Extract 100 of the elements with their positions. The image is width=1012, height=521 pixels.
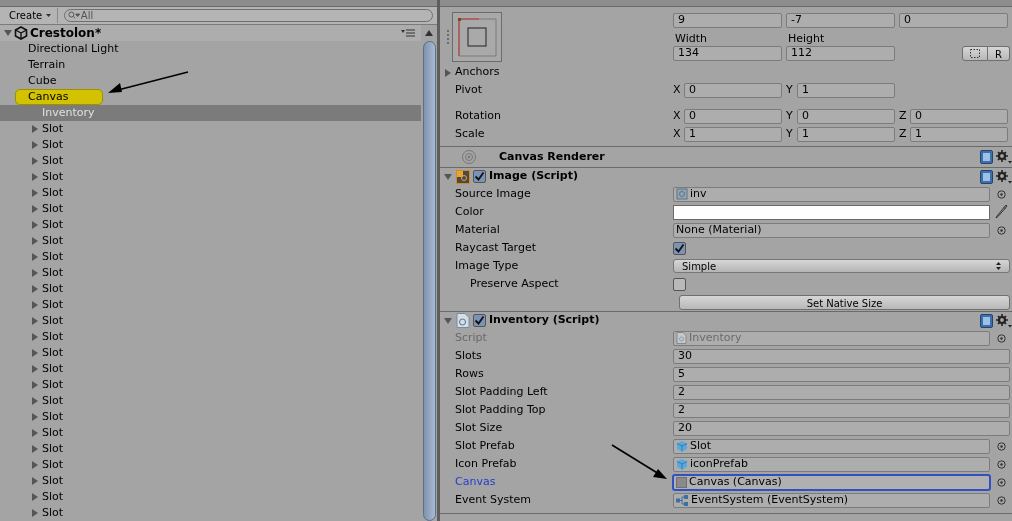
eyedropper-icon[interactable] <box>994 204 1008 220</box>
object-picker-icon[interactable] <box>996 189 1006 199</box>
collapsed-caret-icon[interactable] <box>31 301 39 309</box>
hierarchy-row[interactable]: Slot <box>0 473 421 489</box>
hierarchy-row[interactable]: Directional Light <box>0 41 421 57</box>
collapsed-caret-icon[interactable] <box>31 317 39 325</box>
input-field[interactable]: 1 <box>910 126 1008 142</box>
input-field[interactable]: 134 <box>673 46 782 61</box>
hierarchy-row[interactable]: Slot <box>0 137 421 153</box>
hierarchy-row[interactable]: Slot <box>0 153 421 169</box>
help-book-icon[interactable] <box>980 150 993 164</box>
input-field[interactable]: 0 <box>910 108 1008 124</box>
object-field[interactable]: inv <box>673 186 990 202</box>
hierarchy-row[interactable]: Slot <box>0 297 421 313</box>
gear-icon[interactable] <box>996 150 1012 164</box>
object-field[interactable]: Canvas (Canvas) <box>673 474 990 490</box>
hierarchy-row[interactable]: Slot <box>0 505 421 521</box>
help-book-icon[interactable] <box>980 169 993 184</box>
collapsed-caret-icon[interactable] <box>31 365 39 373</box>
raw-edit-button[interactable]: R <box>988 46 1010 61</box>
hierarchy-row[interactable]: Canvas <box>0 89 421 105</box>
expanded-caret-icon[interactable] <box>444 172 452 181</box>
hierarchy-row[interactable]: Slot <box>0 393 421 409</box>
collapsed-caret-icon[interactable] <box>31 285 39 293</box>
collapsed-caret-icon[interactable] <box>31 173 39 181</box>
collapsed-caret-icon[interactable] <box>31 461 39 469</box>
input-field[interactable]: 9 <box>673 13 782 28</box>
input-field[interactable]: 112 <box>786 46 895 61</box>
hierarchy-row[interactable]: Slot <box>0 217 421 233</box>
highlighted-item[interactable]: Canvas <box>15 89 103 105</box>
hierarchy-row[interactable]: Slot <box>0 489 421 505</box>
search-input[interactable]: All <box>80 8 432 23</box>
search-field[interactable]: All <box>64 9 433 22</box>
hierarchy-row[interactable]: Slot <box>0 441 421 457</box>
expanded-caret-icon[interactable] <box>444 316 452 325</box>
hierarchy-row[interactable]: Slot <box>0 457 421 473</box>
help-book-icon[interactable] <box>980 313 993 328</box>
input-field[interactable]: 2 <box>673 384 1010 400</box>
create-dropdown-button[interactable]: Create <box>3 8 59 23</box>
collapsed-caret-icon[interactable] <box>31 397 39 405</box>
input-field[interactable]: -7 <box>786 13 895 28</box>
expanded-caret-icon[interactable] <box>4 29 12 37</box>
collapsed-caret-icon[interactable] <box>31 477 39 485</box>
collapsed-caret-icon[interactable] <box>31 349 39 357</box>
hierarchy-row[interactable]: Slot <box>0 345 421 361</box>
checkbox[interactable] <box>673 277 686 291</box>
collapsed-caret-icon[interactable] <box>31 445 39 453</box>
input-field[interactable]: 0 <box>797 108 895 124</box>
collapsed-caret-icon[interactable] <box>31 493 39 501</box>
input-field[interactable]: 0 <box>684 82 782 98</box>
object-field[interactable]: EventSystem (EventSystem) <box>673 492 990 508</box>
object-field[interactable]: Slot <box>673 438 990 454</box>
hierarchy-row[interactable]: Slot <box>0 281 421 297</box>
input-field[interactable]: 5 <box>673 366 1010 382</box>
scrollbar-thumb[interactable] <box>422 41 436 521</box>
dropdown[interactable]: Simple <box>673 259 1010 273</box>
collapsed-caret-icon[interactable] <box>31 509 39 517</box>
collapsed-caret-icon[interactable] <box>31 141 39 149</box>
anchors-foldout[interactable]: Anchors <box>455 64 500 81</box>
collapsed-caret-icon[interactable] <box>31 429 39 437</box>
collapsed-caret-icon[interactable] <box>31 125 39 133</box>
gear-icon[interactable] <box>996 313 1012 328</box>
object-picker-icon[interactable] <box>996 333 1006 343</box>
input-field[interactable]: 30 <box>673 348 1010 364</box>
input-field[interactable]: 1 <box>797 126 895 142</box>
scene-title[interactable]: Crestolon* <box>30 25 102 42</box>
input-field[interactable]: 20 <box>673 420 1010 436</box>
hierarchy-row[interactable]: Terrain <box>0 57 421 73</box>
object-picker-icon[interactable] <box>996 225 1006 235</box>
input-field[interactable]: 1 <box>797 82 895 98</box>
collapsed-caret-icon[interactable] <box>31 381 39 389</box>
hierarchy-row[interactable]: Slot <box>0 169 421 185</box>
collapsed-caret-icon[interactable] <box>31 221 39 229</box>
input-field[interactable]: 2 <box>673 402 1010 418</box>
hierarchy-row[interactable]: Slot <box>0 201 421 217</box>
object-field[interactable]: iconPrefab <box>673 456 990 472</box>
collapsed-caret-icon[interactable] <box>31 205 39 213</box>
menu-icon[interactable] <box>401 29 415 37</box>
hierarchy-row[interactable]: Slot <box>0 249 421 265</box>
collapsed-caret-icon[interactable] <box>31 333 39 341</box>
hierarchy-row[interactable]: Slot <box>0 425 421 441</box>
collapsed-caret-icon[interactable] <box>31 413 39 421</box>
hierarchy-row[interactable]: Slot <box>0 121 421 137</box>
hierarchy-row[interactable]: Slot <box>0 233 421 249</box>
hierarchy-row[interactable]: Cube <box>0 73 421 89</box>
checkbox[interactable] <box>673 241 686 255</box>
anchor-preset-icon[interactable] <box>452 12 502 62</box>
gear-icon[interactable] <box>996 169 1012 184</box>
collapsed-caret-icon[interactable] <box>31 269 39 277</box>
hierarchy-row[interactable]: Slot <box>0 313 421 329</box>
blueprint-mode-button[interactable] <box>962 46 988 61</box>
input-field[interactable]: 1 <box>684 126 782 142</box>
input-field[interactable]: 0 <box>684 108 782 124</box>
object-field[interactable]: None (Material) <box>673 222 990 238</box>
hierarchy-row[interactable]: Slot <box>0 185 421 201</box>
hierarchy-row[interactable]: Slot <box>0 361 421 377</box>
set-native-size-button[interactable]: Set Native Size <box>679 294 1010 310</box>
collapsed-caret-icon[interactable] <box>31 237 39 245</box>
hierarchy-row[interactable]: Slot <box>0 329 421 345</box>
checkbox[interactable] <box>473 314 486 327</box>
